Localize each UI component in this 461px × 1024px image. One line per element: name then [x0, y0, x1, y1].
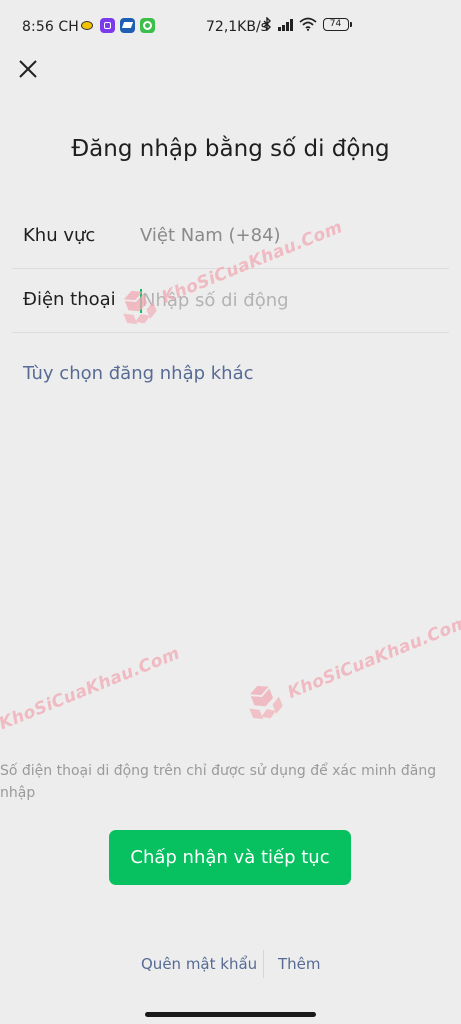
status-icons: 74: [263, 17, 352, 31]
blue-app-icon: [120, 18, 135, 33]
network-speed: 72,1KB/s: [206, 19, 268, 35]
phone-input[interactable]: [138, 283, 442, 317]
home-indicator[interactable]: [145, 1012, 316, 1017]
watermark-logo-icon: [249, 685, 283, 720]
green-app-icon: [140, 18, 155, 33]
more-options-link[interactable]: Thêm: [278, 955, 321, 973]
signal-icon: [278, 18, 293, 31]
other-login-options-link[interactable]: Tùy chọn đăng nhập khác: [23, 363, 254, 384]
watermark: KhoSiCuaKhau.Com: [238, 602, 461, 730]
status-bar: 8:56 CH 72,1KB/s 74: [0, 0, 461, 54]
phone-label: Điện thoại: [23, 289, 116, 310]
region-label: Khu vực: [23, 225, 96, 246]
link-divider: [263, 950, 264, 978]
accept-continue-button[interactable]: Chấp nhận và tiếp tục: [109, 830, 351, 885]
purple-app-icon: [100, 18, 115, 33]
watermark: KhoSiCuaKhau.Com: [0, 643, 183, 734]
login-screen: 8:56 CH 72,1KB/s 74 Đăng nhập bằng số di…: [0, 0, 461, 1024]
bluetooth-icon: [263, 17, 271, 31]
bee-app-icon: [80, 18, 95, 33]
status-app-icons: [80, 18, 155, 33]
battery-icon: 74: [322, 17, 352, 31]
phone-row: Điện thoại: [12, 269, 449, 333]
bottom-links: Quên mật khẩu Thêm: [0, 950, 461, 978]
page-title: Đăng nhập bằng số di động: [71, 136, 390, 162]
wifi-icon: [298, 17, 317, 31]
close-icon: [19, 60, 37, 78]
disclaimer-text: Số điện thoại di động trên chỉ được sử d…: [0, 763, 437, 801]
status-time: 8:56 CH: [22, 19, 79, 35]
region-selector[interactable]: Việt Nam (+84): [140, 225, 281, 246]
forgot-password-link[interactable]: Quên mật khẩu: [141, 955, 257, 973]
watermark-text: KhoSiCuaKhau.Com: [284, 612, 461, 704]
watermark-text: KhoSiCuaKhau.Com: [0, 643, 183, 735]
close-button[interactable]: [14, 55, 42, 83]
region-row[interactable]: Khu vực Việt Nam (+84): [12, 205, 449, 269]
